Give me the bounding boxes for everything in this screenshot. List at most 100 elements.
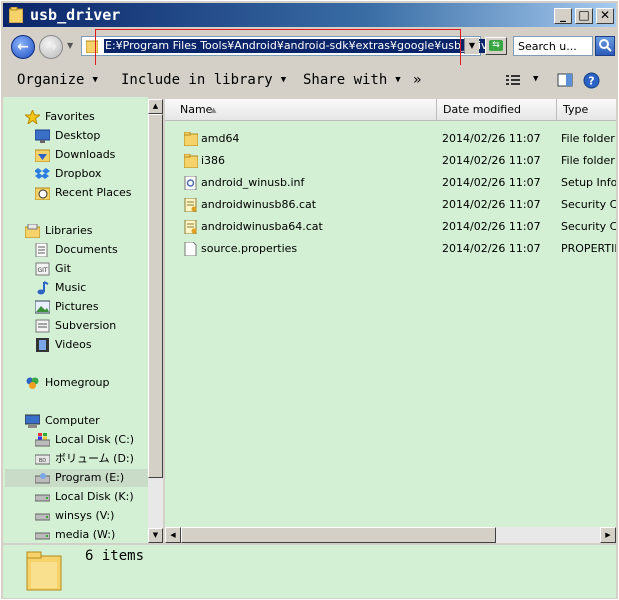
more-commands-button[interactable]: » [413, 72, 421, 88]
file-type: Setup Information [561, 176, 616, 189]
organize-label: Organize [17, 72, 85, 88]
drive-icon: BD [35, 454, 50, 465]
refresh-icon: ⇆ [489, 40, 503, 51]
sidebar-item-label: Desktop [55, 129, 101, 142]
folder-icon [184, 132, 198, 146]
file-type: File folder [561, 154, 615, 167]
preview-pane-icon[interactable] [557, 73, 573, 87]
sidebar-item-program-e[interactable]: Program (E:) [5, 469, 148, 487]
address-path[interactable]: E:¥Program Files Tools¥Android¥android-s… [104, 39, 500, 53]
sidebar-item-label: Computer [45, 414, 100, 427]
settings-file-icon [184, 176, 197, 190]
minimize-button[interactable]: _ [554, 8, 572, 24]
folder-icon [9, 7, 23, 23]
navigation-pane: Favorites Desktop Downloads Dropbox Rece… [3, 97, 148, 543]
organize-menu[interactable]: Organize ▼ [17, 72, 98, 88]
table-row[interactable]: source.properties 2014/02/26 11:07 PROPE… [165, 238, 616, 260]
help-icon[interactable]: ? [583, 72, 600, 89]
column-header-type[interactable]: Type [557, 99, 616, 121]
column-header-label: Type [563, 103, 589, 116]
share-with-label: Share with [303, 72, 388, 88]
search-button[interactable] [595, 36, 615, 56]
table-row[interactable]: amd64 2014/02/26 11:07 File folder [165, 128, 616, 150]
scroll-right-icon[interactable]: ▶ [600, 527, 616, 543]
table-row[interactable]: i386 2014/02/26 11:07 File folder [165, 150, 616, 172]
scrollbar-thumb[interactable] [181, 527, 496, 543]
chevron-down-icon[interactable]: ▼ [533, 74, 538, 84]
sidebar-item-label: Favorites [45, 110, 95, 123]
sidebar-item-label: Videos [55, 338, 92, 351]
title-bar[interactable]: usb_driver _ □ ✕ [3, 3, 616, 27]
sidebar-item-label: Git [55, 262, 71, 275]
address-dropdown-button[interactable]: ▼ [464, 38, 479, 54]
search-icon [599, 39, 612, 52]
windows-drive-icon [35, 433, 50, 447]
svg-text:BD: BD [39, 458, 46, 464]
drive-icon [35, 473, 50, 484]
back-button[interactable]: ← [11, 35, 35, 59]
file-name: amd64 [201, 132, 240, 145]
chevron-down-icon: ▼ [395, 75, 401, 85]
security-catalog-icon [184, 198, 197, 212]
search-placeholder: Search u... [518, 40, 577, 53]
sidebar-item-label: ボリューム (D:) [55, 452, 134, 465]
file-type: Security Catalog [561, 220, 616, 233]
file-list: Name ▲ Date modified Type amd64 2014/02/… [165, 99, 616, 527]
column-header-name[interactable]: Name ▲ [165, 99, 437, 121]
drive-icon [35, 532, 50, 540]
forward-button[interactable]: → [39, 35, 63, 59]
downloads-icon [35, 149, 50, 162]
file-list-horizontal-scrollbar[interactable]: ◀ ▶ [165, 527, 616, 543]
table-row[interactable]: android_winusb.inf 2014/02/26 11:07 Setu… [165, 172, 616, 194]
recent-places-icon [35, 187, 50, 200]
star-icon [25, 110, 40, 124]
file-date: 2014/02/26 11:07 [442, 176, 541, 189]
include-in-library-menu[interactable]: Include in library ▼ [121, 72, 286, 88]
folder-icon [86, 40, 98, 53]
pictures-icon [35, 300, 50, 314]
include-in-library-label: Include in library [121, 72, 273, 88]
file-icon [184, 242, 197, 256]
close-button[interactable]: ✕ [596, 8, 614, 24]
homegroup-icon [26, 377, 39, 389]
scroll-down-icon[interactable]: ▼ [148, 528, 163, 543]
sidebar-item-label: Documents [55, 243, 118, 256]
computer-icon [25, 414, 40, 428]
sort-ascending-icon: ▲ [211, 106, 217, 114]
security-catalog-icon [184, 220, 197, 234]
sidebar-item-label: Homegroup [45, 376, 110, 389]
table-row[interactable]: androidwinusba64.cat 2014/02/26 11:07 Se… [165, 216, 616, 238]
sidebar-item-label: Local Disk (K:) [55, 490, 134, 503]
sidebar-item-label: Music [55, 281, 87, 294]
column-header-date-modified[interactable]: Date modified [437, 99, 557, 121]
maximize-button[interactable]: □ [575, 8, 593, 24]
scroll-up-icon[interactable]: ▲ [148, 99, 163, 114]
window-title: usb_driver [30, 6, 121, 24]
share-with-menu[interactable]: Share with ▼ [303, 72, 401, 88]
scroll-left-icon[interactable]: ◀ [165, 527, 181, 543]
file-name: androidwinusb86.cat [201, 198, 317, 211]
music-icon [37, 281, 49, 295]
chevron-down-icon: ▼ [468, 41, 476, 50]
file-type: PROPERTIES File [561, 242, 616, 255]
desktop-icon [35, 129, 50, 143]
explorer-window: usb_driver _ □ ✕ ← → ▼ E:¥Program Files … [0, 0, 619, 600]
navigation-scrollbar[interactable]: ▲ ▼ [148, 99, 163, 543]
file-date: 2014/02/26 11:07 [442, 132, 541, 145]
table-row[interactable]: androidwinusb86.cat 2014/02/26 11:07 Sec… [165, 194, 616, 216]
file-name: i386 [201, 154, 226, 167]
git-icon: GIT [35, 262, 50, 276]
documents-icon [35, 243, 48, 257]
view-options-icon[interactable] [505, 73, 521, 87]
search-input[interactable]: Search u... [513, 36, 593, 56]
address-field[interactable]: E:¥Program Files Tools¥Android¥android-s… [81, 36, 500, 56]
scrollbar-thumb[interactable] [148, 114, 163, 478]
svg-text:GIT: GIT [37, 267, 47, 274]
recent-pages-chevron-icon[interactable]: ▼ [67, 41, 73, 50]
file-date: 2014/02/26 11:07 [442, 242, 541, 255]
refresh-button[interactable]: ⇆ [485, 37, 507, 55]
column-header-label: Date modified [443, 103, 521, 116]
sidebar-item-label: Program (E:) [55, 471, 125, 484]
sidebar-item-label: Libraries [45, 224, 93, 237]
drive-icon [35, 494, 50, 502]
